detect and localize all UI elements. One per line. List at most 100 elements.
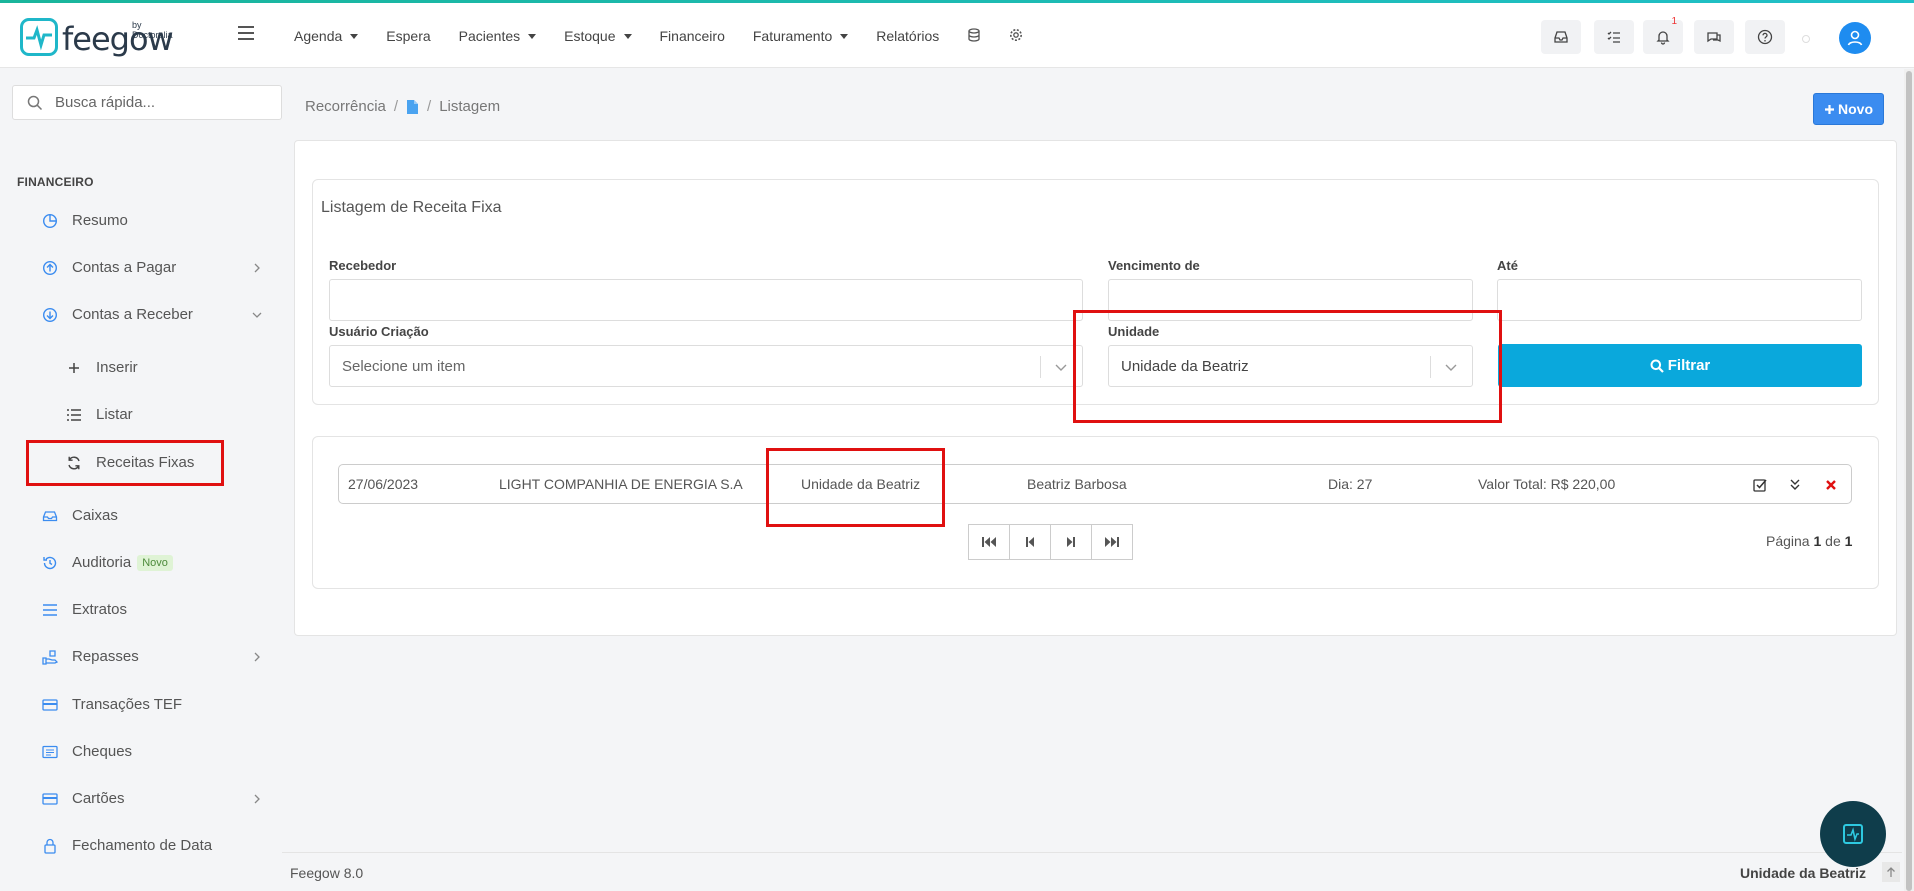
help-button[interactable]: [1745, 20, 1785, 54]
vencimento-label: Vencimento de: [1108, 258, 1200, 273]
filtrar-button[interactable]: Filtrar: [1498, 344, 1862, 387]
sidebar-subitem-inserir[interactable]: Inserir: [66, 359, 286, 376]
row-dia: Dia: 27: [1328, 476, 1373, 492]
sidebar-item-cheques[interactable]: Cheques: [42, 743, 262, 760]
pagination: [968, 524, 1133, 560]
quick-search[interactable]: [12, 85, 282, 120]
sidebar-item-repasses[interactable]: Repasses: [42, 648, 262, 665]
nav-label: Estoque: [564, 28, 616, 44]
caret-down-icon: [623, 33, 632, 39]
floating-action-button[interactable]: [1820, 801, 1886, 867]
delete-x-icon[interactable]: [1825, 479, 1837, 491]
user-avatar[interactable]: [1839, 22, 1871, 54]
nav-relatorios[interactable]: Relatórios: [876, 28, 939, 44]
ate-field[interactable]: [1497, 279, 1862, 321]
results-panel: [312, 436, 1879, 589]
recebedor-field[interactable]: [329, 279, 1083, 321]
search-icon: [27, 95, 43, 110]
sidebar-item-label: Fechamento de Data: [72, 837, 213, 854]
sidebar-item-fechamento-de-data[interactable]: Fechamento de Data: [42, 837, 262, 854]
nav-label: Relatórios: [876, 28, 940, 44]
sidebar-item-label: Listar: [96, 406, 133, 423]
sidebar-section-title: FINANCEIRO: [17, 175, 94, 189]
nav-financeiro[interactable]: Financeiro: [660, 28, 725, 44]
sidebar-item-resumo[interactable]: Resumo: [42, 212, 262, 229]
page-middle: de: [1821, 533, 1845, 549]
notifications-button[interactable]: 1: [1643, 16, 1683, 54]
next-page-icon: [1067, 537, 1075, 547]
highlight-box-unidade: [1073, 310, 1502, 423]
sidebar-item-label: Repasses: [72, 648, 139, 665]
footer: Feegow 8.0 Unidade da Beatriz: [282, 852, 1902, 891]
breadcrumb-root[interactable]: Recorrência: [305, 98, 386, 115]
usuario-criacao-select[interactable]: Selecione um item: [329, 345, 1083, 387]
sidebar-item-cartoes[interactable]: Cartões: [42, 790, 262, 807]
chat-button[interactable]: [1694, 20, 1734, 54]
chevron-down-icon: [1055, 364, 1067, 371]
highlight-box-sidebar: [26, 440, 224, 486]
sidebar-item-caixas[interactable]: Caixas: [42, 507, 262, 524]
first-page-icon: [982, 537, 996, 547]
sidebar-item-contas-a-receber[interactable]: Contas a Receber: [42, 306, 262, 323]
sidebar-subitem-listar[interactable]: Listar: [66, 406, 286, 423]
caret-down-icon: [840, 33, 849, 39]
list-icon: [66, 407, 82, 423]
sidebar-item-extratos[interactable]: Extratos: [42, 601, 262, 618]
next-page-button[interactable]: [1050, 524, 1092, 560]
search-input[interactable]: [55, 94, 255, 111]
hand-money-icon: [42, 649, 58, 665]
scrollbar-thumb[interactable]: [1906, 71, 1912, 891]
top-navbar: feegow by Doctoralia Agenda Espera Pacie…: [0, 0, 1914, 68]
novo-button[interactable]: Novo: [1813, 93, 1884, 125]
lines-icon: [42, 602, 58, 618]
database-icon[interactable]: [967, 28, 981, 42]
arrow-up-icon: [1887, 867, 1895, 877]
new-badge: Novo: [137, 554, 173, 571]
page-prefix: Página: [1766, 533, 1814, 549]
nav-pacientes[interactable]: Pacientes: [459, 28, 537, 44]
plus-icon: [66, 360, 82, 376]
feegow-logo[interactable]: feegow by Doctoralia: [20, 18, 174, 56]
cheque-icon: [42, 744, 58, 760]
pie-chart-icon: [42, 213, 58, 229]
menu-toggle-icon[interactable]: [238, 26, 254, 40]
nav-faturamento[interactable]: Faturamento: [753, 28, 849, 44]
sidebar-item-auditoria[interactable]: Auditoria Novo: [42, 554, 262, 571]
row-valor: Valor Total: R$ 220,00: [1478, 476, 1616, 492]
double-chevron-down-icon[interactable]: [1789, 478, 1801, 492]
inbox-icon: [42, 508, 58, 524]
table-row[interactable]: 27/06/2023 LIGHT COMPANHIA DE ENERGIA S.…: [338, 464, 1852, 504]
nav-espera[interactable]: Espera: [386, 28, 430, 44]
app-launcher-icon: [1843, 824, 1863, 844]
sidebar-item-label: Caixas: [72, 507, 118, 524]
sidebar-item-label: Transações TEF: [72, 696, 183, 713]
inbox-button[interactable]: [1541, 20, 1581, 54]
checklist-icon: [1607, 31, 1620, 43]
first-page-button[interactable]: [968, 524, 1010, 560]
status-indicator: [1802, 35, 1810, 43]
check-square-icon[interactable]: [1753, 478, 1767, 492]
select-placeholder: Selecione um item: [342, 357, 466, 375]
nav-estoque[interactable]: Estoque: [564, 28, 632, 44]
tasks-button[interactable]: [1594, 20, 1634, 54]
last-page-icon: [1105, 537, 1119, 547]
last-page-button[interactable]: [1091, 524, 1133, 560]
credit-card-icon: [42, 791, 58, 807]
breadcrumb-separator: /: [393, 98, 399, 115]
gear-icon[interactable]: [1009, 28, 1023, 42]
notification-count: 1: [1671, 16, 1677, 27]
page-scrollbar[interactable]: [1904, 69, 1914, 891]
page-total: 1: [1844, 533, 1853, 549]
prev-page-button[interactable]: [1009, 524, 1051, 560]
ate-label: Até: [1497, 258, 1518, 273]
sidebar-item-transacoes-tef[interactable]: Transações TEF: [42, 696, 262, 713]
sidebar-item-contas-a-pagar[interactable]: Contas a Pagar: [42, 259, 262, 276]
footer-unit: Unidade da Beatriz: [1739, 865, 1866, 881]
row-date: 27/06/2023: [348, 476, 419, 492]
row-recebedor: LIGHT COMPANHIA DE ENERGIA S.A: [499, 476, 743, 492]
nav-label: Financeiro: [659, 28, 725, 44]
novo-button-label: Novo: [1838, 101, 1873, 117]
scroll-top-button[interactable]: [1882, 862, 1900, 882]
sidebar-item-label: Contas a Receber: [72, 306, 193, 323]
nav-agenda[interactable]: Agenda: [294, 28, 359, 44]
